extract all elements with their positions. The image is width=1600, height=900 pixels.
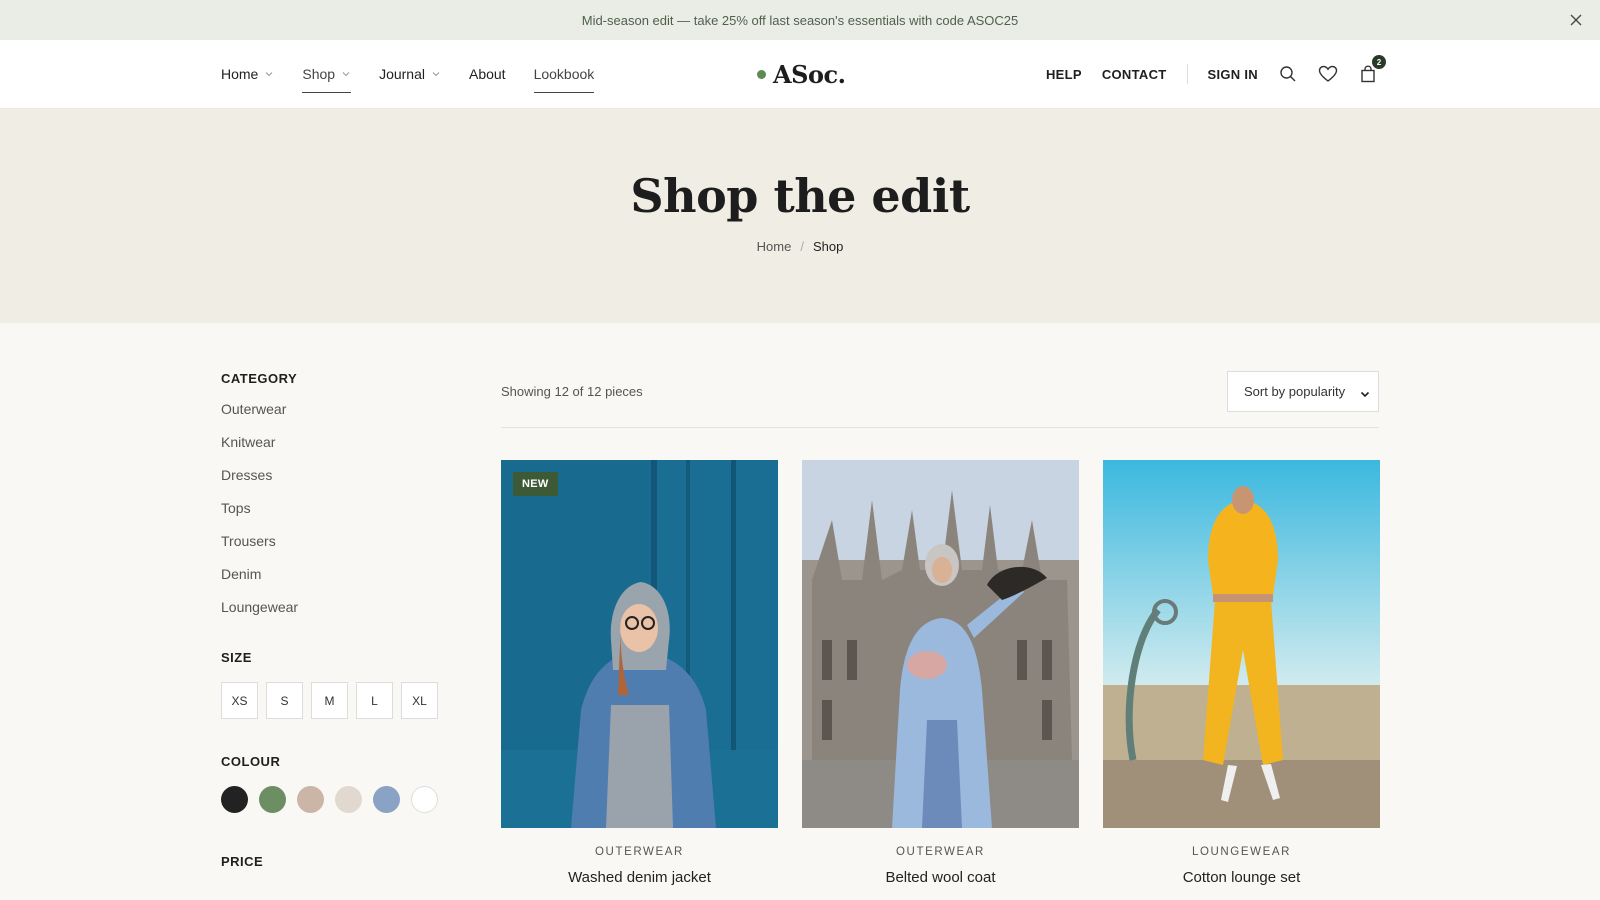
listing-toolbar: Showing 12 of 12 pieces Sort by populari…: [501, 370, 1379, 428]
size-option-s[interactable]: S: [266, 682, 303, 719]
breadcrumb-separator: /: [800, 239, 804, 254]
colour-swatch-taupe[interactable]: [297, 786, 324, 813]
bag-icon[interactable]: 2: [1358, 55, 1386, 84]
product-image[interactable]: [802, 460, 1079, 828]
size-options: XS S M L XL: [221, 682, 461, 719]
colour-swatch-green[interactable]: [259, 786, 286, 813]
utility-nav: HELP CONTACT SIGN IN 2: [1026, 40, 1386, 108]
category-item-denim[interactable]: Denim: [221, 565, 461, 598]
contact-link[interactable]: CONTACT: [1102, 67, 1167, 82]
product-card[interactable]: LOUNGEWEAR Cotton lounge set: [1103, 460, 1380, 886]
product-name[interactable]: Cotton lounge set: [1103, 869, 1380, 886]
new-badge: NEW: [513, 472, 558, 496]
announcement-bar: Mid-season edit — take 25% off last seas…: [0, 0, 1600, 40]
product-grid: NEW OUTERWEAR Washed denim jacket OUTERW…: [501, 460, 1380, 886]
nav-home-label: Home: [221, 66, 259, 82]
product-category: LOUNGEWEAR: [1191, 846, 1292, 858]
main-nav: Home Shop Journal About Lookbook: [221, 40, 622, 108]
product-image[interactable]: [1103, 460, 1380, 828]
product-photo-lounge-set: [1103, 460, 1380, 828]
size-option-l[interactable]: L: [356, 682, 393, 719]
breadcrumb: Home / Shop: [0, 239, 1600, 254]
page-title: Shop the edit: [630, 169, 970, 223]
category-item-outerwear[interactable]: Outerwear: [221, 400, 461, 433]
nav-lookbook[interactable]: Lookbook: [533, 59, 595, 93]
size-option-xs[interactable]: XS: [221, 682, 258, 719]
breadcrumb-current: Shop: [812, 239, 844, 254]
site-logo[interactable]: ASoc.: [757, 58, 846, 90]
sort-select[interactable]: Sort by popularity: [1227, 371, 1379, 412]
size-option-xl[interactable]: XL: [401, 682, 438, 719]
category-item-tops[interactable]: Tops: [221, 499, 461, 532]
product-image[interactable]: NEW: [501, 460, 778, 828]
nav-journal[interactable]: Journal: [379, 59, 441, 89]
chevron-down-icon: [264, 69, 274, 79]
product-name[interactable]: Belted wool coat: [802, 869, 1079, 886]
nav-about-label: About: [468, 66, 506, 82]
category-item-trousers[interactable]: Trousers: [221, 532, 461, 565]
category-item-knitwear[interactable]: Knitwear: [221, 433, 461, 466]
colour-options: [221, 786, 461, 813]
page-hero: Shop the edit Home / Shop: [0, 109, 1600, 323]
colour-heading: COLOUR: [221, 754, 281, 769]
chevron-down-icon: [1360, 387, 1370, 398]
heart-icon[interactable]: [1318, 64, 1338, 84]
logo-text: ASoc.: [773, 59, 846, 89]
logo-dot: [757, 69, 766, 79]
colour-swatch-blue[interactable]: [373, 786, 400, 813]
category-heading: CATEGORY: [221, 371, 298, 386]
filter-sidebar: CATEGORY Outerwear Knitwear Dresses Tops…: [221, 323, 461, 869]
colour-swatch-white[interactable]: [411, 786, 438, 813]
chevron-down-icon: [341, 69, 351, 79]
nav-journal-label: Journal: [379, 66, 425, 82]
nav-about[interactable]: About: [469, 59, 506, 89]
price-heading: PRICE: [221, 854, 264, 869]
category-list: Outerwear Knitwear Dresses Tops Trousers…: [221, 400, 461, 631]
product-category: OUTERWEAR: [595, 846, 684, 858]
colour-swatch-black[interactable]: [221, 786, 248, 813]
category-item-loungewear[interactable]: Loungewear: [221, 598, 461, 631]
search-icon[interactable]: [1278, 64, 1298, 84]
results-count: Showing 12 of 12 pieces: [501, 384, 643, 399]
nav-shop-label: Shop: [302, 66, 336, 82]
product-photo-wool-coat: [802, 460, 1079, 828]
product-card[interactable]: OUTERWEAR Belted wool coat: [802, 460, 1079, 886]
cart-count-badge: 2: [1372, 55, 1386, 69]
nav-lookbook-label: Lookbook: [533, 66, 595, 82]
colour-swatch-stone[interactable]: [335, 786, 362, 813]
nav-divider: [1186, 64, 1188, 84]
size-option-m[interactable]: M: [311, 682, 348, 719]
product-card[interactable]: NEW OUTERWEAR Washed denim jacket: [501, 460, 778, 886]
breadcrumb-home[interactable]: Home: [757, 239, 792, 254]
sort-select-value: Sort by popularity: [1244, 384, 1346, 399]
nav-shop[interactable]: Shop: [302, 59, 351, 93]
close-icon[interactable]: [1566, 10, 1586, 30]
product-category: OUTERWEAR: [896, 846, 985, 858]
category-item-dresses[interactable]: Dresses: [221, 466, 461, 499]
chevron-down-icon: [431, 69, 441, 79]
sign-in-link[interactable]: SIGN IN: [1208, 67, 1259, 82]
product-photo-denim-jacket: [501, 460, 778, 828]
site-header: Home Shop Journal About Lookbook ASoc. H…: [0, 40, 1600, 109]
product-name[interactable]: Washed denim jacket: [501, 869, 778, 886]
nav-home[interactable]: Home: [221, 59, 274, 89]
help-link[interactable]: HELP: [1046, 67, 1082, 82]
size-heading: SIZE: [221, 650, 252, 665]
announcement-text: Mid-season edit — take 25% off last seas…: [581, 12, 1019, 28]
